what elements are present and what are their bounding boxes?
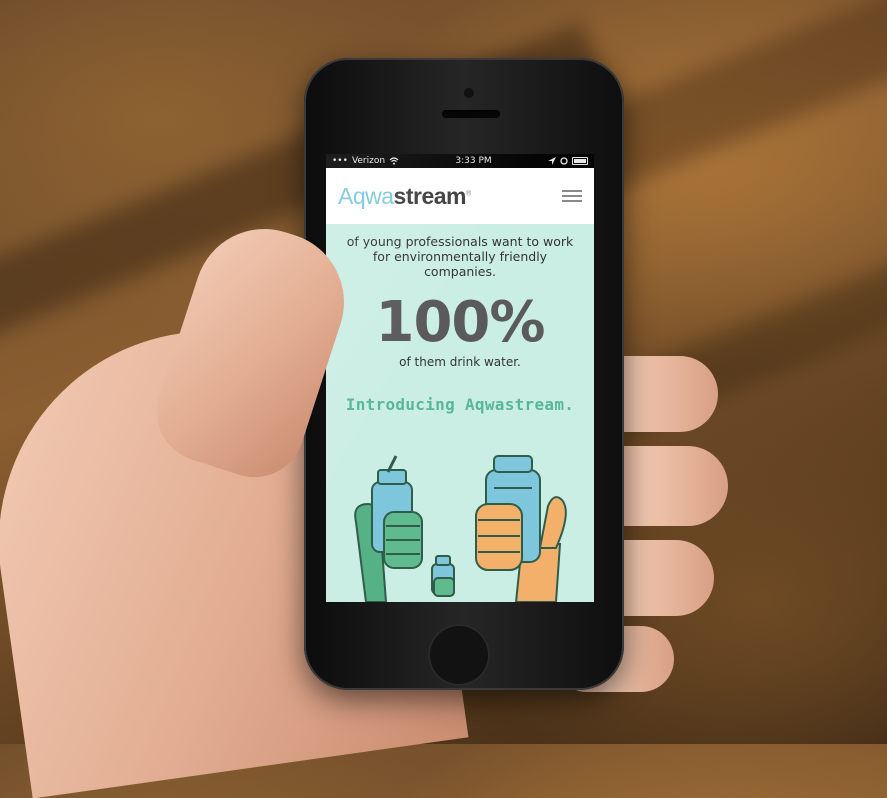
location-icon bbox=[548, 157, 556, 165]
phone-device: ••• Verizon 3:33 PM Aqwastream® of young… bbox=[304, 58, 624, 690]
phone-screen: ••• Verizon 3:33 PM Aqwastream® of young… bbox=[326, 154, 594, 602]
status-bar: ••• Verizon 3:33 PM bbox=[326, 154, 594, 168]
hamburger-menu-icon[interactable] bbox=[562, 190, 582, 202]
logo-part-stream: stream bbox=[393, 182, 467, 209]
carrier-name: Verizon bbox=[351, 156, 386, 166]
earpiece-speaker bbox=[442, 110, 500, 118]
main-content: of young professionals want to work for … bbox=[326, 234, 594, 414]
stat-caption: of them drink water. bbox=[399, 355, 521, 369]
stat-value: 100% bbox=[375, 290, 545, 355]
wifi-icon bbox=[389, 157, 399, 165]
intro-text: of young professionals want to work for … bbox=[346, 234, 574, 279]
status-time: 3:33 PM bbox=[455, 156, 492, 166]
headline-introducing: Introducing Aqwastream. bbox=[345, 395, 575, 414]
registered-mark: ® bbox=[465, 189, 471, 197]
alarm-icon bbox=[560, 157, 568, 165]
home-button[interactable] bbox=[428, 624, 490, 686]
hands-holding-bottles-illustration bbox=[354, 455, 567, 602]
aqwastream-logo[interactable]: Aqwastream® bbox=[338, 183, 471, 210]
signal-icon: ••• bbox=[332, 156, 348, 166]
front-camera bbox=[464, 88, 474, 98]
battery-icon bbox=[572, 157, 588, 165]
site-header: Aqwastream® bbox=[326, 168, 594, 224]
logo-part-aqwa: Aqwa bbox=[338, 182, 394, 209]
